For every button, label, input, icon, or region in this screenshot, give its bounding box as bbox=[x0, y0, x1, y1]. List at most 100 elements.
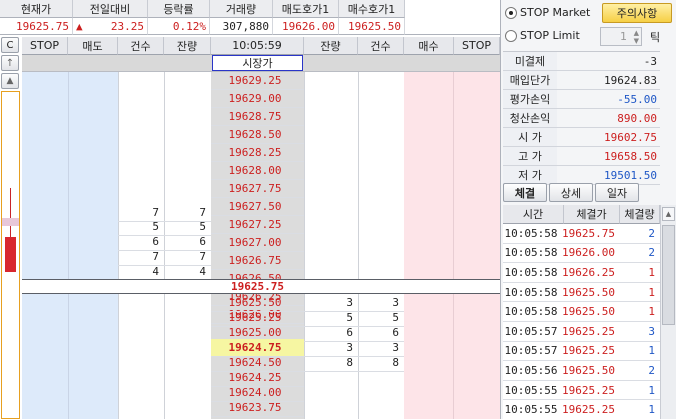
sell-price[interactable]: 19629.00 bbox=[211, 90, 304, 108]
scroll-up-icon[interactable]: ▲ bbox=[662, 207, 675, 221]
trade-time: 10:05:58 bbox=[503, 244, 564, 264]
quote-header-change: 전일대비 bbox=[73, 0, 148, 18]
clear-button[interactable]: C bbox=[1, 37, 19, 53]
col-header-sell: 매도 bbox=[68, 37, 118, 55]
trades-header-qty: 체결량 bbox=[620, 205, 660, 224]
sell-price[interactable]: 19627.75 bbox=[211, 180, 304, 198]
trades-header-time: 시간 bbox=[503, 205, 564, 224]
trade-price: 19625.25 bbox=[562, 381, 620, 401]
avg-price-value: 19624.83 bbox=[557, 71, 660, 90]
trade-price: 19626.00 bbox=[562, 244, 620, 264]
current-price-marker bbox=[2, 218, 19, 226]
volume-value: 307,880 bbox=[210, 18, 273, 35]
stop-market-label[interactable]: STOP Market bbox=[520, 4, 594, 21]
scroll-up-button[interactable]: ↑ bbox=[1, 55, 19, 71]
sell-price[interactable]: 19629.25 bbox=[211, 72, 304, 90]
quote-header-bid1: 매수호가1 bbox=[339, 0, 405, 18]
open-label: 시 가 bbox=[503, 128, 557, 147]
trade-price: 19625.75 bbox=[562, 224, 620, 244]
eval-pl-label: 평가손익 bbox=[503, 90, 557, 109]
stepper-arrows-icon[interactable]: ▲ ▼ bbox=[634, 29, 639, 45]
quote-header-volume: 거래량 bbox=[210, 0, 273, 18]
trade-qty: 1 bbox=[620, 283, 660, 303]
tab-detail[interactable]: 상세 bbox=[549, 183, 593, 202]
col-header-buy-count: 건수 bbox=[358, 37, 404, 55]
tab-daily[interactable]: 일자 bbox=[595, 183, 639, 202]
trade-price: 19625.50 bbox=[562, 361, 620, 381]
unsettled-label: 미결제 bbox=[503, 52, 557, 71]
bid1-value: 19625.50 bbox=[339, 18, 405, 35]
trade-time: 10:05:58 bbox=[503, 283, 564, 303]
buy-qty: 8 bbox=[304, 354, 358, 372]
trade-time: 10:05:57 bbox=[503, 322, 564, 342]
market-price-button[interactable]: 시장가 bbox=[212, 55, 303, 71]
sell-price[interactable]: 19628.25 bbox=[211, 144, 304, 162]
trade-qty: 2 bbox=[620, 244, 660, 264]
up-arrow-icon: ▲ bbox=[76, 19, 83, 33]
trade-time: 10:05:56 bbox=[503, 361, 564, 381]
trade-time: 10:05:55 bbox=[503, 381, 564, 401]
stop-market-radio[interactable] bbox=[505, 7, 517, 19]
change-value: 23.25 bbox=[110, 19, 144, 33]
change-rate-value: 0.12% bbox=[148, 18, 210, 35]
quote-header-rate: 등락률 bbox=[148, 0, 210, 18]
buy-order-column-bg bbox=[404, 55, 454, 419]
stop-limit-radio[interactable] bbox=[505, 30, 517, 42]
mini-chart bbox=[1, 91, 20, 419]
tick-unit: 틱 bbox=[649, 30, 661, 44]
trade-time: 10:05:58 bbox=[503, 302, 564, 322]
tab-trades[interactable]: 체결 bbox=[503, 183, 547, 202]
trade-qty: 1 bbox=[620, 263, 660, 283]
center-price-button[interactable]: ▲ bbox=[1, 73, 19, 89]
buy-count: 8 bbox=[358, 354, 404, 372]
scroll-thumb[interactable] bbox=[662, 225, 675, 325]
unsettled-value: -3 bbox=[557, 52, 660, 71]
trade-price: 19626.25 bbox=[562, 263, 620, 283]
col-header-sell-count: 건수 bbox=[118, 37, 164, 55]
tick-value: 1 bbox=[620, 30, 627, 43]
trade-qty: 3 bbox=[620, 322, 660, 342]
sell-price[interactable]: 19628.00 bbox=[211, 162, 304, 180]
tick-stepper[interactable]: 1 ▲ ▼ bbox=[600, 27, 642, 46]
trade-price: 19625.25 bbox=[562, 342, 620, 362]
sell-price[interactable]: 19627.50 bbox=[211, 198, 304, 216]
open-value: 19602.75 bbox=[557, 128, 660, 147]
high-value: 19658.50 bbox=[557, 147, 660, 166]
trade-qty: 2 bbox=[620, 224, 660, 244]
sell-order-column-bg bbox=[68, 55, 118, 419]
buy-price[interactable]: 19623.75 bbox=[211, 399, 304, 417]
col-header-sell-stop: STOP bbox=[22, 37, 68, 55]
trade-time: 10:05:57 bbox=[503, 342, 564, 362]
sell-price[interactable]: 19628.50 bbox=[211, 126, 304, 144]
quote-header-ask1: 매도호가1 bbox=[273, 0, 339, 18]
sell-price[interactable]: 19626.75 bbox=[211, 252, 304, 270]
realized-pl-value: 890.00 bbox=[557, 109, 660, 128]
ask1-value: 19626.00 bbox=[273, 18, 339, 35]
futures-order-window: 현재가 전일대비 등락률 거래량 매도호가1 매수호가1 19625.75 ▲ … bbox=[0, 0, 676, 419]
avg-price-label: 매입단가 bbox=[503, 71, 557, 90]
sell-price[interactable]: 19628.75 bbox=[211, 108, 304, 126]
candle-body bbox=[5, 237, 16, 272]
buy-stop-column-bg bbox=[454, 55, 500, 419]
notice-button[interactable]: 주의사항 bbox=[602, 3, 672, 23]
current-price-value: 19625.75 bbox=[0, 18, 73, 35]
trade-qty: 2 bbox=[620, 361, 660, 381]
trade-price: 19625.25 bbox=[562, 322, 620, 342]
eval-pl-value: -55.00 bbox=[557, 90, 660, 109]
sell-price[interactable]: 19627.00 bbox=[211, 234, 304, 252]
change-cell: ▲ 23.25 bbox=[73, 18, 148, 35]
col-header-sell-qty: 잔량 bbox=[164, 37, 211, 55]
current-row-price[interactable]: 19625.75 bbox=[211, 279, 304, 294]
realized-pl-label: 청산손익 bbox=[503, 109, 557, 128]
col-header-buy-qty: 잔량 bbox=[304, 37, 358, 55]
trade-qty: 1 bbox=[620, 302, 660, 322]
trade-time: 10:05:58 bbox=[503, 224, 564, 244]
col-header-time: 10:05:59 bbox=[211, 37, 304, 55]
trades-header-price: 체결가 bbox=[564, 205, 620, 224]
trade-time: 10:05:55 bbox=[503, 400, 564, 419]
stop-limit-label[interactable]: STOP Limit bbox=[520, 27, 594, 44]
trade-price: 19625.50 bbox=[562, 302, 620, 322]
trade-qty: 1 bbox=[620, 381, 660, 401]
trades-scrollbar[interactable]: ▲ bbox=[660, 205, 676, 419]
sell-price[interactable]: 19627.25 bbox=[211, 216, 304, 234]
